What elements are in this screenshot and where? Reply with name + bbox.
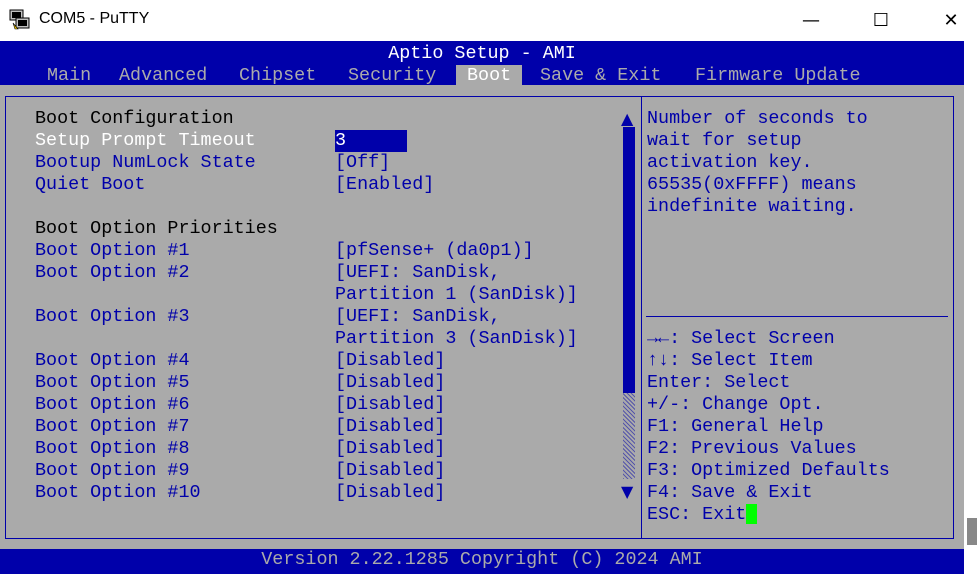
maximize-button[interactable]: ☐ [858, 0, 904, 41]
help-line-1: Number of seconds to [647, 108, 868, 129]
terminal-cursor [746, 504, 758, 524]
help-line-5: indefinite waiting. [647, 196, 857, 217]
section-boot-configuration: Boot Configuration [35, 108, 234, 129]
help-line-2: wait for setup [647, 130, 802, 151]
boot-option-3-value[interactable]: [UEFI: SanDisk, [335, 306, 501, 328]
bios-title: Aptio Setup - AMI [388, 43, 576, 64]
boot-option-1-value[interactable]: [pfSense+ (da0p1)] [335, 240, 534, 262]
help-line-3: activation key. [647, 152, 813, 173]
boot-option-10-label[interactable]: Boot Option #10 [35, 482, 201, 504]
tab-save-exit[interactable]: Save & Exit [540, 65, 661, 87]
boot-option-9-value[interactable]: [Disabled] [335, 460, 445, 482]
window-titlebar: COM5 - PuTTY — ☐ ✕ [0, 0, 979, 41]
tab-firmware-update[interactable]: Firmware Update [695, 65, 861, 87]
boot-option-4-label[interactable]: Boot Option #4 [35, 350, 190, 372]
scrollbar-track-shade [623, 393, 635, 479]
scroll-up-arrow-icon[interactable]: ▲ [621, 109, 633, 128]
key-hint-change-opt: +/-: Change Opt. [647, 394, 824, 415]
scroll-down-arrow-icon[interactable]: ▼ [621, 482, 633, 501]
quiet-boot-label[interactable]: Quiet Boot [35, 174, 145, 196]
boot-option-5-label[interactable]: Boot Option #5 [35, 372, 190, 394]
tab-chipset[interactable]: Chipset [239, 65, 316, 87]
boot-option-6-value[interactable]: [Disabled] [335, 394, 445, 416]
key-hint-esc-text: ESC: Exit [647, 504, 747, 525]
key-hint-f4: F4: Save & Exit [647, 482, 813, 503]
boot-option-8-value[interactable]: [Disabled] [335, 438, 445, 460]
setup-prompt-timeout-label[interactable]: Setup Prompt Timeout [35, 130, 256, 152]
bios-header: Aptio Setup - AMI Main Advanced Chipset … [0, 41, 964, 87]
boot-option-8-label[interactable]: Boot Option #8 [35, 438, 190, 460]
tab-boot[interactable]: Boot [456, 65, 523, 87]
boot-option-2-value[interactable]: [UEFI: SanDisk, [335, 262, 501, 284]
bios-menu-bar: Main Advanced Chipset Security Boot Save… [0, 65, 861, 87]
scrollbar-thumb[interactable] [623, 127, 635, 393]
minimize-button[interactable]: — [788, 0, 834, 41]
boot-option-6-label[interactable]: Boot Option #6 [35, 394, 190, 416]
close-button[interactable]: ✕ [928, 0, 974, 41]
key-hint-esc: ESC: Exit [647, 504, 758, 526]
boot-option-3-value-cont[interactable]: Partition 3 (SanDisk)] [335, 328, 578, 350]
boot-option-1-label[interactable]: Boot Option #1 [35, 240, 190, 262]
bootup-numlock-label[interactable]: Bootup NumLock State [35, 152, 256, 174]
help-line-4: 65535(0xFFFF) means [647, 174, 857, 195]
boot-option-10-value[interactable]: [Disabled] [335, 482, 445, 504]
section-boot-option-priorities: Boot Option Priorities [35, 218, 278, 239]
tab-advanced[interactable]: Advanced [119, 65, 207, 87]
key-hint-f3: F3: Optimized Defaults [647, 460, 890, 481]
key-hint-select-item: ↑↓: Select Item [647, 350, 813, 371]
tab-security[interactable]: Security [348, 65, 436, 87]
tab-main[interactable]: Main [47, 65, 91, 87]
bootup-numlock-value[interactable]: [Off] [335, 152, 390, 174]
boot-option-7-label[interactable]: Boot Option #7 [35, 416, 190, 438]
window-title: COM5 - PuTTY [39, 10, 150, 27]
key-hint-enter: Enter: Select [647, 372, 791, 393]
bios-footer: Version 2.22.1285 Copyright (C) 2024 AMI [0, 549, 964, 574]
boot-option-4-value[interactable]: [Disabled] [335, 350, 445, 372]
version-text: Version 2.22.1285 Copyright (C) 2024 AMI [261, 549, 703, 570]
boot-option-9-label[interactable]: Boot Option #9 [35, 460, 190, 482]
boot-option-5-value[interactable]: [Disabled] [335, 372, 445, 394]
boot-option-2-value-cont[interactable]: Partition 1 (SanDisk)] [335, 284, 578, 306]
quiet-boot-value[interactable]: [Enabled] [335, 174, 434, 196]
boot-option-3-label[interactable]: Boot Option #3 [35, 306, 190, 328]
boot-option-7-value[interactable]: [Disabled] [335, 416, 445, 438]
window-scrollbar[interactable] [964, 41, 979, 574]
key-hint-select-screen: →←: Select Screen [647, 328, 835, 349]
setup-prompt-timeout-field[interactable]: 3 [335, 130, 407, 152]
key-hint-f1: F1: General Help [647, 416, 824, 437]
window-scrollbar-thumb[interactable] [967, 518, 977, 545]
help-divider [646, 316, 948, 317]
boot-option-2-label[interactable]: Boot Option #2 [35, 262, 190, 284]
key-hint-f2: F2: Previous Values [647, 438, 857, 459]
putty-app-icon[interactable] [9, 9, 31, 31]
terminal-screen[interactable]: Aptio Setup - AMI Main Advanced Chipset … [0, 41, 964, 574]
